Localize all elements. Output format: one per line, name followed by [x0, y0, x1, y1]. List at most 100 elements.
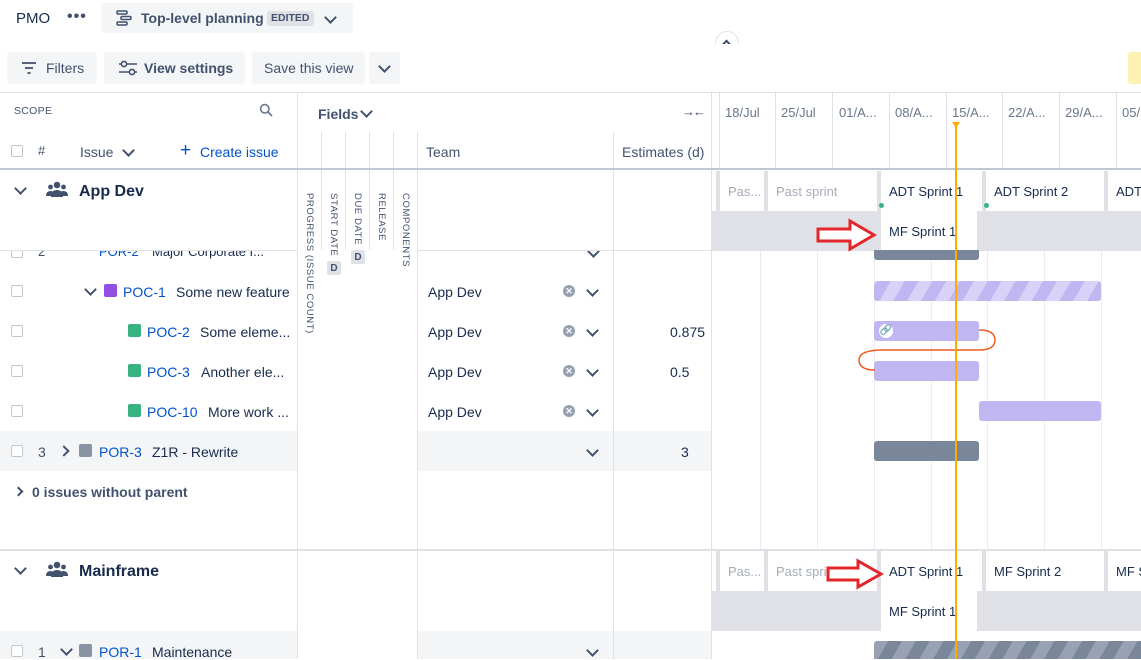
team-column-header: Team: [426, 144, 461, 160]
issue-summary: Maintenance: [152, 644, 233, 660]
divider: [613, 132, 614, 659]
row-checkbox[interactable]: [11, 251, 23, 258]
sprint-cell[interactable]: MF Sprint 1: [877, 591, 977, 631]
view-settings-button[interactable]: View settings: [104, 52, 245, 84]
search-icon[interactable]: [259, 103, 273, 117]
chevron-down-icon: [324, 11, 337, 24]
plan-icon: [116, 10, 132, 26]
more-actions-icon[interactable]: •••: [67, 8, 87, 26]
timeline-gridline: [760, 250, 761, 550]
sliders-icon: [119, 60, 137, 76]
estimate-value[interactable]: 0.5: [670, 364, 689, 380]
team-dropdown-clipped[interactable]: [585, 251, 601, 259]
divider: [393, 132, 394, 250]
select-all-checkbox[interactable]: [11, 145, 23, 157]
story-bar-poc10[interactable]: [979, 401, 1101, 421]
team-icon: [46, 181, 68, 197]
row-number: 2: [38, 251, 46, 259]
row-checkbox[interactable]: [11, 285, 23, 297]
sprint-cell[interactable]: MF S: [1104, 551, 1141, 591]
collapse-fields-icon[interactable]: →←: [682, 104, 706, 119]
clear-icon[interactable]: ✕: [563, 325, 575, 337]
initiative-bar-por3[interactable]: [874, 441, 979, 461]
sprint-cell[interactable]: Pas...: [716, 171, 760, 211]
divider: [1002, 92, 1003, 170]
estimate-value[interactable]: 0.875: [670, 324, 705, 340]
issue-key[interactable]: POC-1: [123, 284, 166, 300]
sprint-cell[interactable]: MF Sprint 1: [877, 211, 977, 251]
initiative-bar-por2[interactable]: [874, 250, 979, 260]
issue-summary: Major Corporate I...: [152, 251, 264, 259]
timeline-gridline: [817, 250, 818, 550]
estimate-value[interactable]: 3: [681, 444, 689, 460]
date-header: 25/Jul: [781, 105, 816, 120]
group-name-mainframe: Mainframe: [79, 563, 160, 580]
issue-key[interactable]: POC-2: [147, 324, 190, 340]
initiative-bar-por1[interactable]: [874, 641, 1141, 659]
review-changes-button[interactable]: [1128, 52, 1141, 84]
save-view-button[interactable]: Save this view: [252, 52, 365, 84]
divider: [1116, 92, 1117, 170]
story-icon: [128, 404, 141, 417]
row-checkbox[interactable]: [11, 365, 23, 377]
issue-summary: Another ele...: [201, 364, 285, 380]
issues-without-parent[interactable]: 0 issues without parent: [32, 484, 188, 500]
fields-menu[interactable]: Fields: [318, 106, 358, 122]
timeline-gridline: [1101, 250, 1102, 550]
chevron-down-icon: [378, 60, 391, 73]
row-checkbox[interactable]: [11, 645, 23, 657]
issue-key[interactable]: POR-1: [99, 644, 142, 660]
dependency-connector[interactable]: [855, 325, 1000, 375]
start-date-badge: D: [327, 261, 341, 275]
issue-key[interactable]: POC-10: [147, 404, 198, 420]
chevron-down-icon[interactable]: [84, 283, 97, 296]
clear-icon[interactable]: ✕: [563, 405, 575, 417]
save-view-dropdown[interactable]: [369, 52, 400, 84]
chevron-down-icon: [360, 105, 373, 118]
sprint-cell[interactable]: Past sprint: [764, 171, 872, 211]
collapse-group-chevron[interactable]: [14, 182, 27, 195]
date-header: 22/A...: [1008, 105, 1046, 120]
today-marker-head: [952, 122, 960, 128]
sprint-cell[interactable]: ADT: [1104, 171, 1141, 211]
issue-summary: Some eleme...: [200, 324, 291, 340]
issue-key[interactable]: POR-3: [99, 444, 142, 460]
create-issue-button[interactable]: Create issue: [200, 144, 279, 160]
sprint-cell[interactable]: ADT Sprint 2: [982, 171, 1100, 211]
date-header: 01/A...: [839, 105, 877, 120]
start-date-field-header: START DATE: [328, 193, 339, 257]
sprint-cell[interactable]: ADT Sprint 1: [877, 171, 977, 211]
save-view-label: Save this view: [264, 60, 354, 76]
expand-chevron[interactable]: [13, 486, 24, 497]
row-checkbox[interactable]: [11, 325, 23, 337]
initiative-icon: [79, 444, 92, 457]
divider: [946, 92, 947, 170]
active-sprint-dot: [984, 203, 989, 208]
components-field-header: COMPONENTS: [400, 193, 411, 268]
row-checkbox[interactable]: [11, 445, 23, 457]
sprint-cell[interactable]: ADT Sprint 1: [877, 551, 977, 591]
edited-badge: EDITED: [267, 11, 314, 26]
team-dropdown-chevron[interactable]: [586, 364, 599, 377]
team-icon: [46, 561, 68, 577]
sprint-cell[interactable]: Pas...: [716, 551, 760, 591]
plan-title: Top-level planning: [141, 10, 264, 26]
project-name[interactable]: PMO: [16, 10, 50, 27]
issue-key[interactable]: POC-3: [147, 364, 190, 380]
epic-bar-poc1[interactable]: [874, 281, 1101, 301]
team-dropdown-chevron[interactable]: [586, 284, 599, 297]
team-dropdown-chevron[interactable]: [586, 324, 599, 337]
team-dropdown-chevron[interactable]: [586, 404, 599, 417]
collapse-group-chevron[interactable]: [14, 562, 27, 575]
issue-column-header[interactable]: Issue: [80, 144, 113, 160]
clear-icon[interactable]: ✕: [563, 365, 575, 377]
table-row-clipped: 2 POR-2 Major Corporate I...: [0, 251, 297, 259]
table-row-bg: [418, 631, 613, 659]
sprint-cell[interactable]: MF Sprint 2: [982, 551, 1100, 591]
issue-key[interactable]: POR-2: [99, 251, 139, 259]
plan-selector[interactable]: Top-level planning EDITED: [101, 3, 353, 33]
clear-icon[interactable]: ✕: [563, 285, 575, 297]
filters-button[interactable]: Filters: [7, 52, 97, 84]
row-divider: [417, 250, 711, 251]
row-checkbox[interactable]: [11, 405, 23, 417]
